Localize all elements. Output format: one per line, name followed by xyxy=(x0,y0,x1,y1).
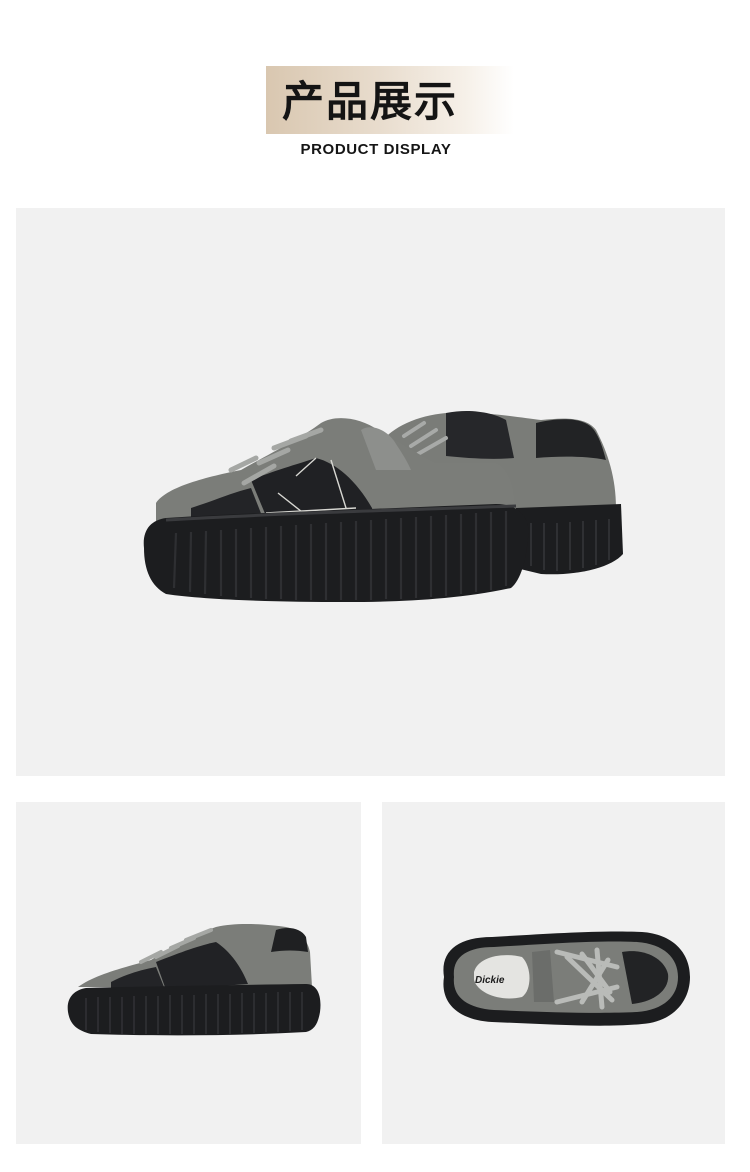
sneaker-top-illustration: Dickie xyxy=(443,931,690,1026)
product-photo-pair xyxy=(16,208,725,776)
brand-logo-text: Dickie xyxy=(475,975,505,986)
product-photo-top: Dickie xyxy=(382,802,725,1144)
product-photo-side xyxy=(16,802,361,1144)
section-header: 产品展示 PRODUCT DISPLAY xyxy=(0,0,750,200)
section-title-english: PRODUCT DISPLAY xyxy=(300,141,452,158)
section-title-chinese: 产品展示 xyxy=(282,77,459,126)
sneaker-pair-illustration xyxy=(143,410,623,602)
sneaker-side-illustration xyxy=(67,923,321,1036)
